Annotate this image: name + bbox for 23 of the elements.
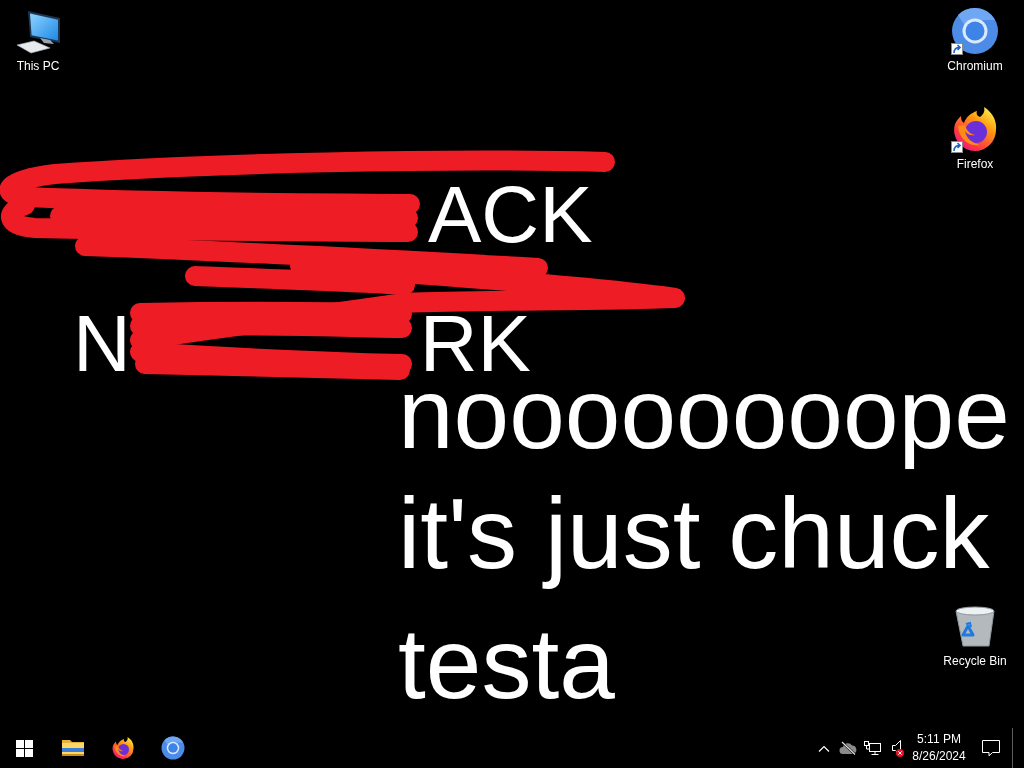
clock-button[interactable]: 5:11 PM 8/26/2024	[908, 728, 970, 768]
window-panes-icon	[15, 739, 33, 757]
desktop-item[interactable]: Firefox	[937, 103, 1013, 174]
clock-date: 8/26/2024	[912, 748, 966, 765]
flame-globe-icon	[111, 736, 135, 760]
ring-logo-icon	[161, 736, 185, 760]
clock-time: 5:11 PM	[917, 731, 961, 748]
ring-logo-icon	[951, 7, 999, 55]
wallpaper-text: it's just chuck	[398, 476, 990, 591]
wallpaper-text: testa	[398, 606, 615, 721]
flame-globe-icon	[951, 105, 999, 153]
monitor-icon	[863, 740, 881, 756]
wallpaper-text: ACK	[428, 175, 593, 255]
cloud-off-icon	[839, 741, 857, 755]
caret-up-icon	[818, 744, 830, 752]
desktop-item[interactable]: Recycle Bin	[937, 600, 1013, 671]
wallpaper-text: RK	[419, 316, 531, 372]
wallpaper-text: N	[73, 316, 131, 372]
desktop-item[interactable]: This PC	[0, 5, 76, 76]
message-icon	[981, 739, 1001, 757]
desktop-item[interactable]: Chromium	[937, 5, 1013, 76]
folder-icon	[61, 738, 85, 758]
wallpaper-text: noooooooope	[398, 373, 1010, 471]
